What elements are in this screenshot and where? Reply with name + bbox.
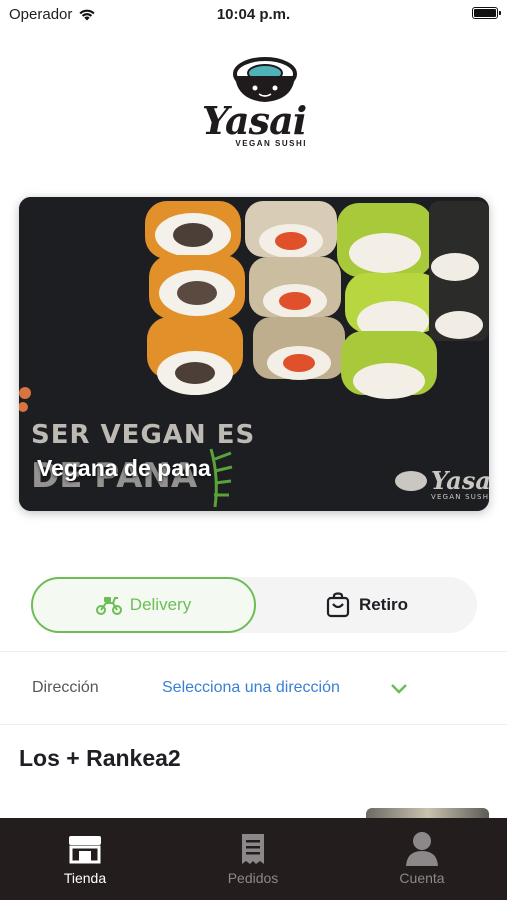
tab-cuenta[interactable]: Cuenta bbox=[362, 818, 482, 900]
sushi-rolls-center bbox=[245, 201, 345, 380]
image-text-line1: SER VEGAN ES bbox=[31, 420, 255, 450]
address-selector[interactable]: Dirección Selecciona una dirección bbox=[0, 652, 507, 724]
store-icon bbox=[69, 836, 101, 864]
scooter-icon bbox=[95, 597, 122, 615]
divider bbox=[0, 724, 507, 725]
status-bar: Operador 10:04 p.m. bbox=[0, 0, 507, 28]
tab-label: Pedidos bbox=[227, 870, 279, 886]
address-value: Selecciona una dirección bbox=[162, 679, 340, 696]
pickup-label: Retiro bbox=[358, 595, 409, 614]
order-type-toggle: Delivery Retiro bbox=[31, 577, 477, 633]
pickup-option[interactable]: Retiro bbox=[256, 577, 477, 633]
watermark-tagline: VEGAN SUSHI bbox=[431, 493, 489, 501]
battery-icon bbox=[472, 7, 501, 19]
battery-fill bbox=[474, 9, 496, 17]
brand-tagline: VEGAN SUSHI bbox=[235, 139, 307, 148]
banner-title: Vegana de pana bbox=[37, 455, 211, 481]
receipt-icon bbox=[242, 834, 264, 864]
delivery-label: Delivery bbox=[129, 595, 192, 614]
watermark-brand: Yasai bbox=[431, 466, 489, 495]
status-time: 10:04 p.m. bbox=[216, 6, 291, 23]
tab-tienda[interactable]: Tienda bbox=[25, 818, 145, 900]
tab-pedidos[interactable]: Pedidos bbox=[193, 818, 313, 900]
shopping-bag-icon bbox=[326, 592, 350, 618]
tab-bar: Tienda Pedidos Cuenta bbox=[0, 818, 507, 900]
promo-banner[interactable]: SER VEGAN ES DE PANA Yasai VEGAN SUSHI V… bbox=[19, 197, 489, 511]
brand-name: Yasai bbox=[201, 98, 307, 143]
brand-logo: Yasai VEGAN SUSHI bbox=[195, 52, 313, 152]
sushi-rolls-left bbox=[145, 201, 245, 395]
user-icon bbox=[406, 832, 438, 866]
tab-label: Tienda bbox=[63, 870, 107, 886]
section-title: Los + Rankea2 bbox=[19, 745, 181, 771]
tab-label: Cuenta bbox=[399, 870, 445, 886]
chevron-down-icon bbox=[391, 684, 407, 694]
address-label: Dirección bbox=[32, 679, 99, 696]
delivery-option[interactable]: Delivery bbox=[31, 577, 256, 633]
